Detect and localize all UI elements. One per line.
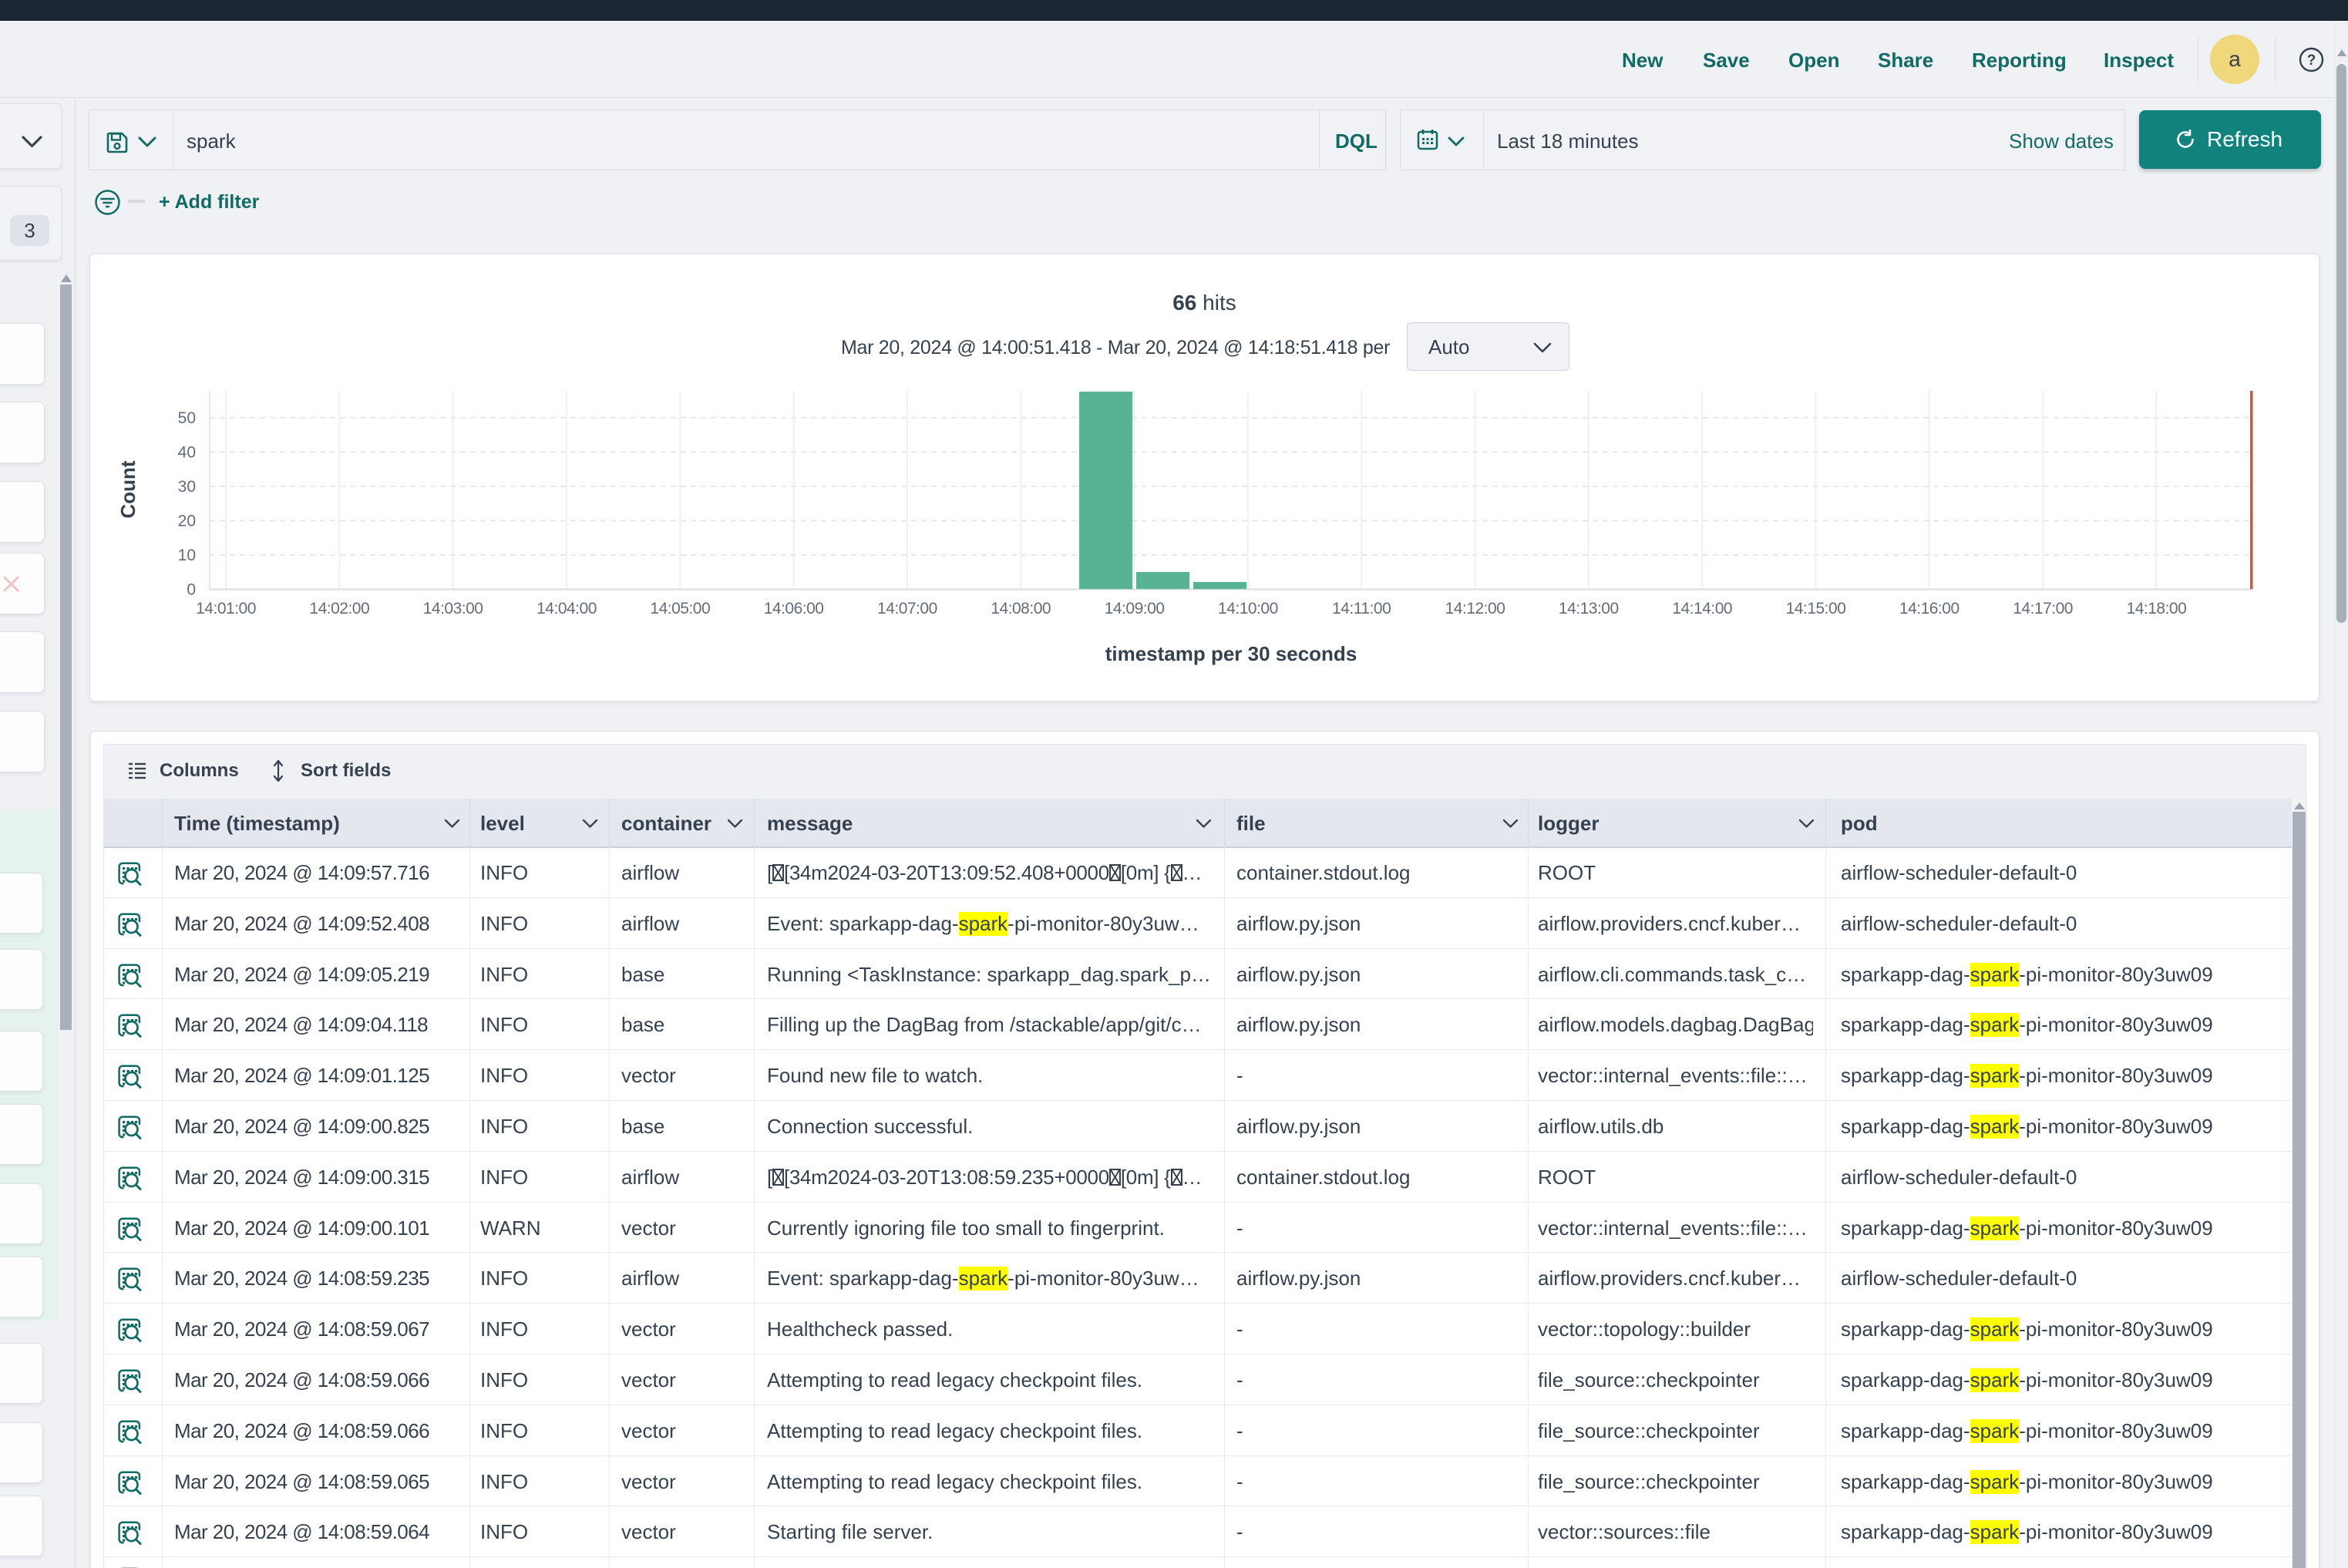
- svg-text:14:06:00: 14:06:00: [764, 600, 824, 617]
- svg-text:0: 0: [187, 581, 196, 599]
- svg-text:40: 40: [178, 443, 196, 461]
- svg-text:30: 30: [178, 478, 196, 496]
- svg-text:14:13:00: 14:13:00: [1559, 600, 1619, 617]
- svg-text:14:07:00: 14:07:00: [877, 600, 937, 617]
- svg-text:14:16:00: 14:16:00: [1899, 600, 1959, 617]
- svg-text:14:03:00: 14:03:00: [423, 600, 483, 617]
- svg-text:14:12:00: 14:12:00: [1445, 600, 1505, 617]
- svg-text:14:09:00: 14:09:00: [1105, 600, 1165, 617]
- svg-text:?: ?: [2307, 52, 2316, 69]
- svg-text:Count: Count: [116, 460, 140, 518]
- svg-text:14:02:00: 14:02:00: [309, 600, 369, 617]
- svg-text:14:10:00: 14:10:00: [1218, 600, 1278, 617]
- svg-text:14:11:00: 14:11:00: [1332, 600, 1391, 617]
- svg-text:14:18:00: 14:18:00: [2127, 600, 2187, 617]
- svg-text:20: 20: [178, 512, 196, 530]
- svg-text:50: 50: [178, 409, 196, 427]
- svg-text:14:04:00: 14:04:00: [537, 600, 597, 617]
- svg-text:14:08:00: 14:08:00: [991, 600, 1051, 617]
- svg-text:14:15:00: 14:15:00: [1786, 600, 1846, 617]
- svg-text:14:01:00: 14:01:00: [196, 600, 256, 617]
- svg-text:14:05:00: 14:05:00: [650, 600, 710, 617]
- svg-text:10: 10: [178, 547, 196, 564]
- svg-text:14:17:00: 14:17:00: [2013, 600, 2073, 617]
- svg-text:14:14:00: 14:14:00: [1672, 600, 1732, 617]
- svg-text:timestamp per 30 seconds: timestamp per 30 seconds: [1105, 642, 1357, 665]
